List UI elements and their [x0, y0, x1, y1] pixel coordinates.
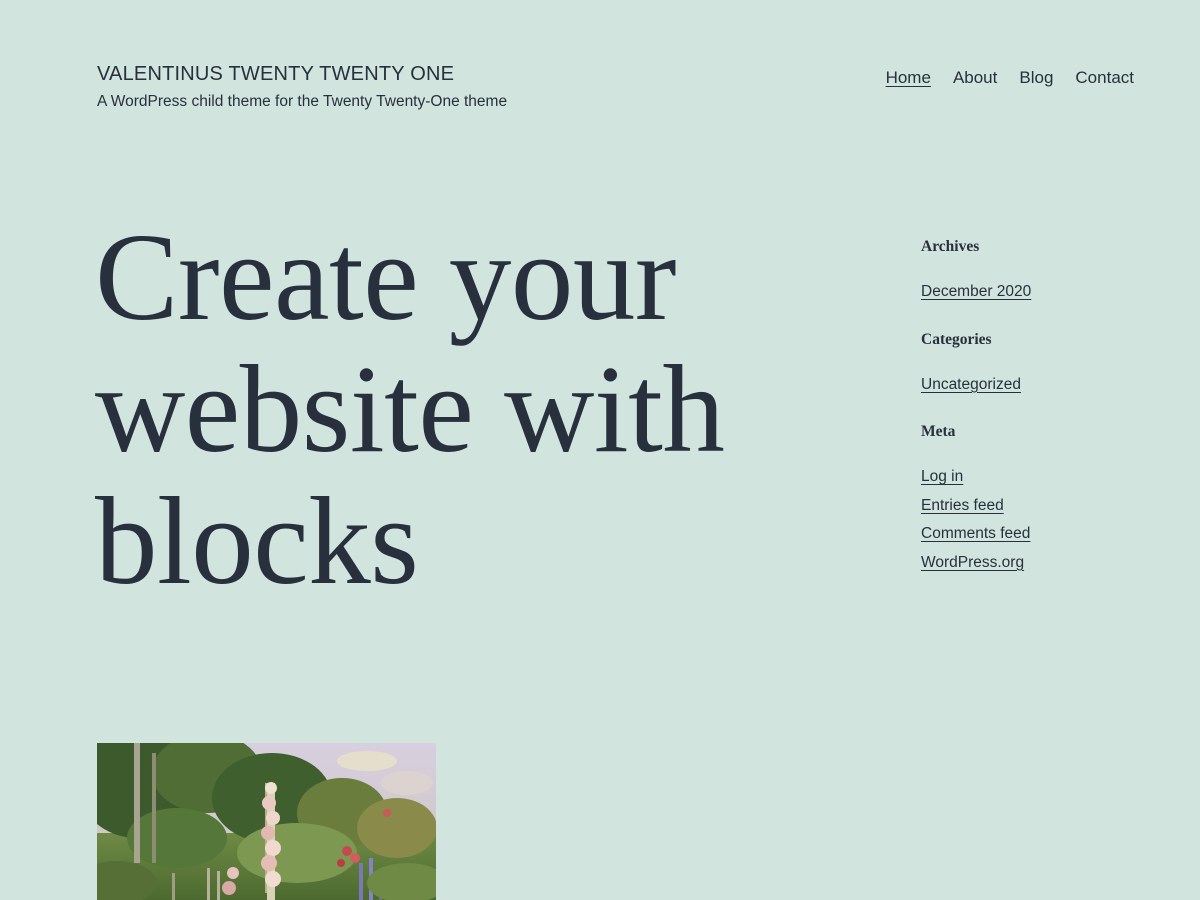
- list-item: Uncategorized: [921, 371, 1161, 400]
- list-item: WordPress.org: [921, 549, 1161, 578]
- meta-widget-title: Meta: [921, 423, 956, 440]
- list-item: December 2020: [921, 278, 1161, 307]
- nav-item-blog[interactable]: Blog: [1019, 67, 1053, 89]
- featured-image-garden-painting: [97, 743, 436, 900]
- sidebar: Archives December 2020 Categories Uncate…: [921, 236, 1161, 577]
- site-title[interactable]: VALENTINUS TWENTY TWENTY ONE: [97, 62, 454, 86]
- site-tagline: A WordPress child theme for the Twenty T…: [97, 93, 508, 110]
- meta-widget: Meta Log in Entries feed Comments feed W…: [921, 421, 1161, 577]
- meta-list: Log in Entries feed Comments feed WordPr…: [921, 463, 1161, 577]
- archives-list: December 2020: [921, 278, 1161, 307]
- list-item: Comments feed: [921, 520, 1161, 549]
- hero-heading: Create your website with blocks: [95, 209, 725, 611]
- archives-widget-title: Archives: [921, 238, 980, 255]
- archive-link-december-2020[interactable]: December 2020: [921, 283, 1031, 300]
- nav-item-about[interactable]: About: [953, 67, 997, 89]
- nav-item-contact[interactable]: Contact: [1075, 67, 1134, 89]
- categories-list: Uncategorized: [921, 371, 1161, 400]
- categories-widget-title: Categories: [921, 330, 992, 348]
- category-link-uncategorized[interactable]: Uncategorized: [921, 376, 1021, 393]
- meta-link-entries-feed[interactable]: Entries feed: [921, 497, 1004, 514]
- meta-link-log-in[interactable]: Log in: [921, 468, 963, 485]
- archives-widget: Archives December 2020: [921, 236, 1161, 307]
- nav-item-home[interactable]: Home: [886, 67, 931, 89]
- meta-link-comments-feed[interactable]: Comments feed: [921, 525, 1030, 542]
- meta-link-wordpress-org[interactable]: WordPress.org: [921, 554, 1024, 571]
- primary-navigation: Home About Blog Contact: [886, 67, 1134, 89]
- list-item: Log in: [921, 463, 1161, 492]
- categories-widget: Categories Uncategorized: [921, 329, 1161, 400]
- list-item: Entries feed: [921, 492, 1161, 521]
